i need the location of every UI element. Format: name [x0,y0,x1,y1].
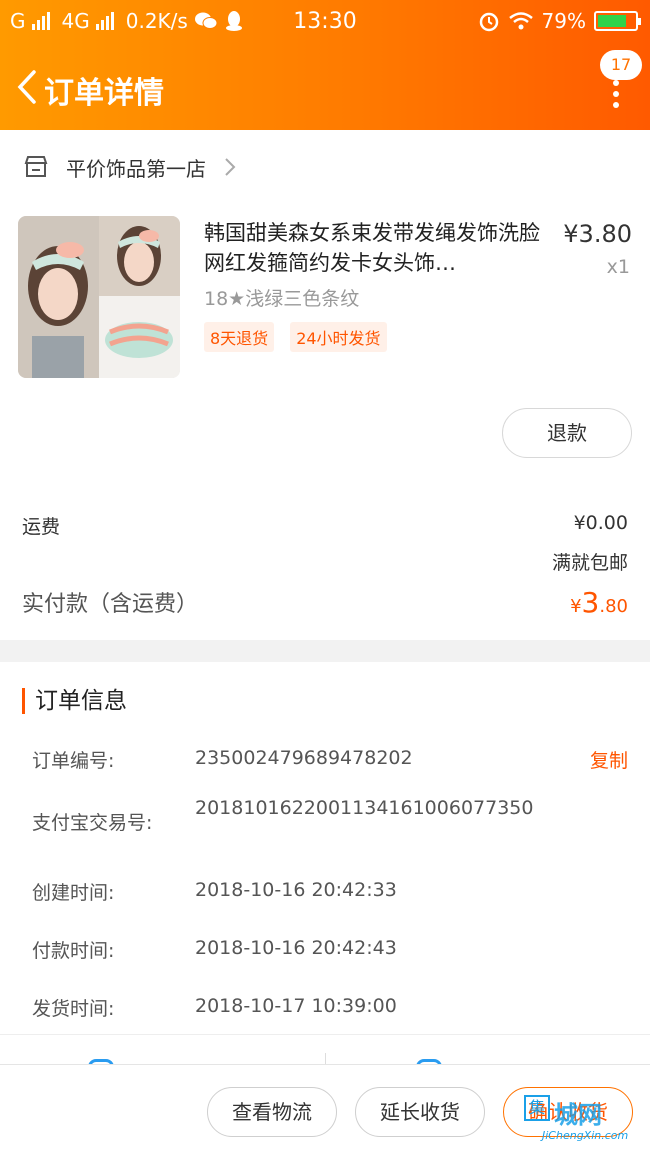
alarm-icon [479,12,498,32]
extend-receipt-button[interactable]: 延长收货 [355,1087,485,1137]
message-count-badge[interactable]: 17 [600,50,642,80]
more-menu-button[interactable] [608,80,624,108]
shop-name: 平价饰品第一店 [66,156,206,181]
order-info-title: 订单信息 [22,688,127,714]
paid-time-value: 2018-10-16 20:42:43 [195,937,397,959]
created-time-row: 创建时间: 2018-10-16 20:42:33 [32,878,628,906]
shipping-row: 运费 ¥0.00 [22,512,628,540]
contact-bar [0,1034,650,1067]
battery-percent: 79% [541,9,586,33]
product-sku: 18★浅绿三色条纹 [204,288,360,310]
wifi-icon [508,12,533,30]
page-title: 订单详情 [44,76,164,111]
chevron-right-icon [225,158,236,176]
product-title: 韩国甜美森女系束发带发绳发饰洗脸网红发箍简约发卡女头饰… [204,221,540,275]
order-number-row: 订单编号: 235002479689478202 复制 [32,746,628,774]
order-number-value: 235002479689478202 [195,747,413,769]
status-bar: G 4G 0.2K/s 13:30 79% [0,0,650,44]
alipay-number-value: 2018101622001134161006077350 [195,797,534,819]
shipping-note-row: 满就包邮 [22,548,628,576]
shop-icon [24,156,48,177]
watermark-logo: 集 [524,1095,550,1121]
created-time-value: 2018-10-16 20:42:33 [195,879,397,901]
service-tags: 8天退货 24小时发货 [204,322,387,352]
watermark-name: 城网 [554,1101,602,1129]
product-price: ¥3.80 [563,220,632,248]
created-time-label: 创建时间: [32,882,115,904]
battery-icon [594,11,641,31]
paid-row: 实付款（含运费） ¥3.80 [22,586,628,622]
order-number-label: 订单编号: [32,750,115,772]
shipping-note: 满就包邮 [551,552,628,574]
paid-amount: ¥3.80 [570,586,628,619]
refund-button[interactable]: 退款 [502,408,632,458]
watermark-url: JiChengXin.com [542,1129,629,1142]
order-card: 平价饰品第一店 韩国甜美森女系束发带发绳发饰洗脸网红发箍简约发卡女头饰… 18★… [0,130,650,640]
paid-time-row: 付款时间: 2018-10-16 20:42:43 [32,936,628,964]
shipped-time-value: 2018-10-17 10:39:00 [195,995,397,1017]
product-item[interactable]: 韩国甜美森女系束发带发绳发饰洗脸网红发箍简约发卡女头饰… 18★浅绿三色条纹 8… [18,216,632,380]
view-logistics-button[interactable]: 查看物流 [207,1087,337,1137]
alipay-number-label: 支付宝交易号: [32,812,153,834]
status-right: 79% [478,9,641,33]
paid-decimal: .80 [599,596,628,617]
tag-return: 8天退货 [204,322,275,352]
app-header: G 4G 0.2K/s 13:30 79% 订单详情 17 [0,0,650,130]
watermark: 集 城网 JiChengXin.com [524,1095,646,1151]
shipped-time-row: 发货时间: 2018-10-17 10:39:00 [32,994,628,1022]
order-info-card: 订单信息 订单编号: 235002479689478202 复制 支付宝交易号:… [0,662,650,1034]
copy-button[interactable]: 复制 [590,746,628,773]
paid-time-label: 付款时间: [32,940,115,962]
alipay-number-row: 支付宝交易号: 2018101622001134161006077350 [32,796,628,846]
shipping-label: 运费 [22,516,61,538]
back-arrow-icon[interactable] [8,62,48,112]
nav-bar: 订单详情 17 [0,44,650,130]
shop-row[interactable]: 平价饰品第一店 [0,130,650,204]
product-quantity: x1 [606,256,630,278]
shipped-time-label: 发货时间: [32,998,115,1020]
shipping-value: ¥0.00 [573,512,628,534]
product-image [18,216,180,378]
paid-label: 实付款（含运费） [22,592,199,617]
product-thumbnail[interactable] [18,216,180,378]
paid-integer: 3 [581,586,600,619]
tag-shipping: 24小时发货 [290,322,387,352]
paid-currency: ¥ [570,596,582,617]
